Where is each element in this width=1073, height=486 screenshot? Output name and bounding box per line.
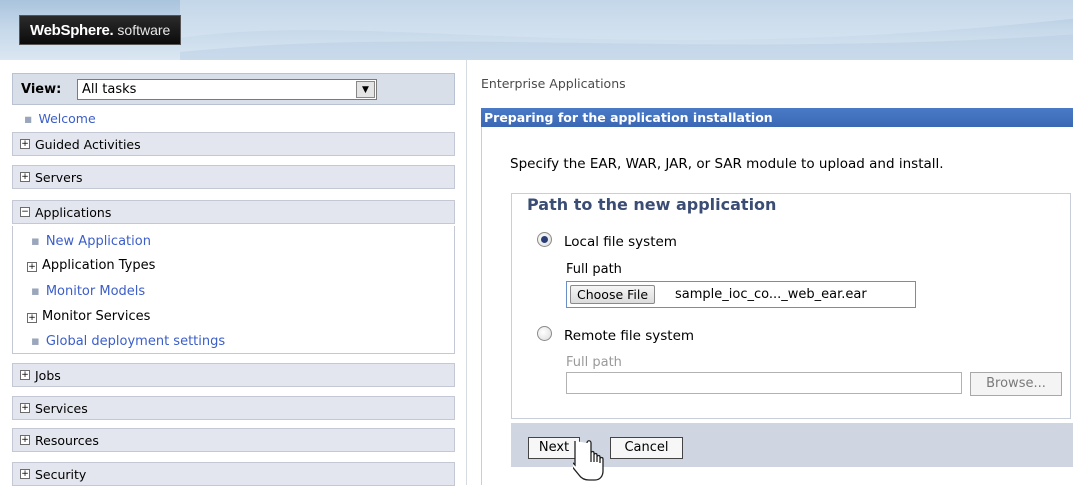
nav-link-global-deployment-settings[interactable]: ▪ Global deployment settings (31, 334, 225, 349)
expand-icon[interactable]: + (20, 435, 30, 445)
submenu-label: New Application (45, 234, 151, 249)
expand-icon[interactable]: + (20, 172, 30, 182)
category-label: Security (35, 467, 87, 482)
view-select-value: All tasks (82, 82, 137, 97)
submenu-label: Application Types (42, 258, 156, 273)
local-file-input[interactable]: Choose File sample_ioc_co..._web_ear.ear (566, 281, 916, 308)
nav-category-jobs[interactable]: + Jobs (12, 363, 455, 387)
category-label: Guided Activities (35, 137, 141, 152)
expand-icon[interactable]: + (27, 313, 37, 323)
nav-group-monitor-services[interactable]: + Monitor Services (27, 309, 150, 324)
nav-category-resources[interactable]: + Resources (12, 428, 455, 452)
websphere-logo: WebSphere. software (19, 15, 182, 45)
dropdown-arrow-icon[interactable]: ▼ (356, 81, 375, 98)
panel-title: Preparing for the application installati… (481, 108, 1073, 127)
pane-divider[interactable] (466, 60, 467, 485)
nav-link-monitor-models[interactable]: ▪ Monitor Models (31, 284, 145, 299)
collapse-icon[interactable]: − (20, 207, 30, 217)
view-selector-bar: View: All tasks ▼ (12, 73, 455, 105)
expand-icon[interactable]: + (20, 370, 30, 380)
hand-cursor-icon (573, 440, 604, 481)
remote-file-system-radio[interactable] (537, 326, 552, 341)
local-file-system-label[interactable]: Local file system (564, 234, 677, 250)
bullet-icon: ▪ (31, 334, 40, 349)
submenu-label: Monitor Services (42, 309, 151, 324)
nav-category-security[interactable]: + Security (12, 462, 455, 486)
category-label: Servers (35, 170, 83, 185)
header-wave-decoration (180, 0, 1073, 60)
bullet-icon: ▪ (31, 234, 40, 249)
expand-icon[interactable]: + (20, 403, 30, 413)
applications-submenu: ▪ New Application + Application Types ▪ Mon… (12, 226, 455, 354)
category-label: Jobs (35, 368, 61, 383)
fieldset-legend: Path to the new application (523, 195, 781, 214)
logo-product: software (117, 22, 171, 38)
remote-file-system-label[interactable]: Remote file system (564, 328, 694, 344)
category-label: Services (35, 401, 88, 416)
selected-file-name: sample_ioc_co..._web_ear.ear (675, 287, 867, 302)
remote-path-input[interactable] (566, 372, 962, 394)
instructions-text: Specify the EAR, WAR, JAR, or SAR module… (510, 156, 944, 172)
nav-group-application-types[interactable]: + Application Types (27, 258, 155, 273)
nav-category-services[interactable]: + Services (12, 396, 455, 420)
submenu-label: Monitor Models (45, 284, 146, 299)
view-select[interactable]: All tasks ▼ (77, 79, 377, 100)
nav-category-guided-activities[interactable]: + Guided Activities (12, 132, 455, 156)
expand-icon[interactable]: + (20, 139, 30, 149)
navigation-tree: View: All tasks ▼ ▪ Welcome + Guided Acti… (12, 67, 455, 486)
nav-category-applications[interactable]: − Applications (12, 200, 455, 224)
nav-link-new-application[interactable]: ▪ New Application (31, 234, 151, 249)
nav-category-servers[interactable]: + Servers (12, 165, 455, 189)
category-label: Applications (35, 205, 112, 220)
welcome-label: Welcome (38, 111, 96, 126)
expand-icon[interactable]: + (27, 262, 37, 272)
cancel-button[interactable]: Cancel (610, 437, 683, 459)
bullet-icon: ▪ (24, 111, 33, 126)
masthead: WebSphere. software (0, 0, 1073, 60)
local-file-system-radio[interactable] (537, 232, 552, 247)
bullet-icon: ▪ (31, 284, 40, 299)
expand-icon[interactable]: + (20, 469, 30, 479)
local-full-path-label: Full path (566, 262, 622, 277)
choose-file-button[interactable]: Choose File (570, 285, 656, 304)
view-label: View: (21, 82, 62, 97)
logo-brand: WebSphere. (30, 21, 114, 39)
remote-full-path-label: Full path (566, 355, 622, 370)
submenu-label: Global deployment settings (45, 334, 226, 349)
category-label: Resources (35, 433, 99, 448)
breadcrumb: Enterprise Applications (481, 76, 626, 91)
nav-link-welcome[interactable]: ▪ Welcome (24, 111, 96, 126)
browse-button[interactable]: Browse... (970, 372, 1062, 396)
